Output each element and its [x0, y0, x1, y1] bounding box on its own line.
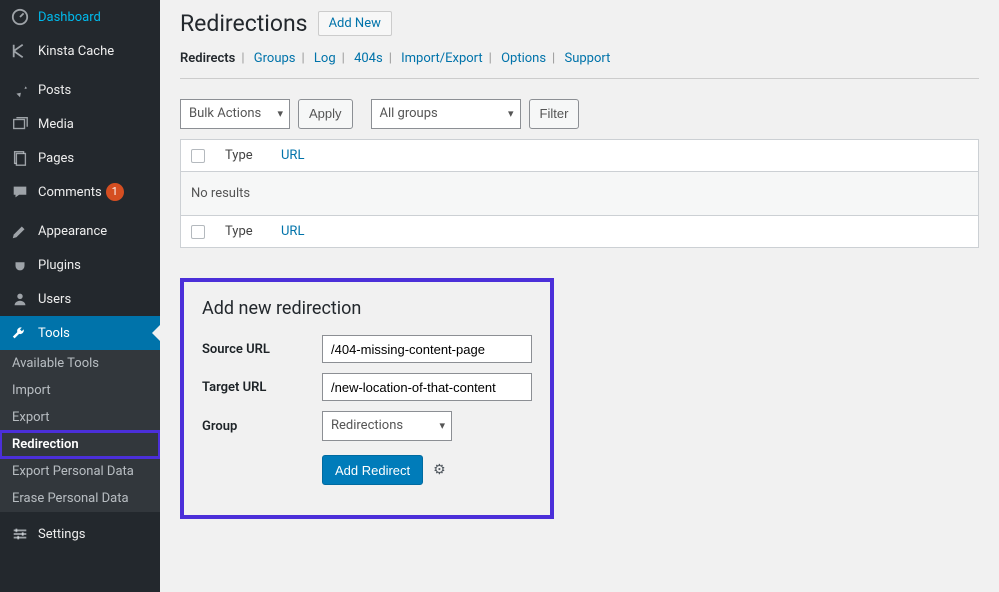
sub-item-import[interactable]: Import [0, 377, 160, 404]
sub-item-export-personal-data[interactable]: Export Personal Data [0, 458, 160, 485]
sidebar-label: Appearance [38, 224, 107, 239]
sidebar-item-comments[interactable]: Comments 1 [0, 175, 160, 209]
sidebar-label: Settings [38, 527, 85, 542]
sub-item-export[interactable]: Export [0, 404, 160, 431]
sidebar-item-kinsta-cache[interactable]: Kinsta Cache [0, 34, 160, 68]
gear-icon[interactable]: ⚙ [433, 462, 446, 478]
tab-options[interactable]: Options [501, 51, 546, 66]
add-redirect-button[interactable]: Add Redirect [322, 455, 423, 485]
label-source-url: Source URL [202, 342, 322, 357]
col-type-footer: Type [215, 216, 271, 248]
sidebar-item-tools[interactable]: Tools [0, 316, 160, 350]
sidebar-label: Tools [38, 326, 70, 341]
sidebar-item-pages[interactable]: Pages [0, 141, 160, 175]
sidebar-label: Comments [38, 185, 102, 200]
page-title: Redirections [180, 10, 308, 37]
col-url[interactable]: URL [281, 148, 304, 163]
appearance-icon [10, 221, 30, 241]
admin-sidebar: Dashboard Kinsta Cache Posts Media Pages… [0, 0, 160, 592]
kinsta-icon [10, 41, 30, 61]
redirects-table: Type URL No results Type URL [180, 139, 979, 248]
source-url-input[interactable] [322, 335, 532, 363]
tab-support[interactable]: Support [564, 51, 610, 66]
media-icon [10, 114, 30, 134]
sidebar-item-dashboard[interactable]: Dashboard [0, 0, 160, 34]
sidebar-label: Posts [38, 83, 71, 98]
pin-icon [10, 80, 30, 100]
dashboard-icon [10, 7, 30, 27]
tab-groups[interactable]: Groups [254, 51, 296, 66]
group-select[interactable]: Redirections [322, 411, 452, 441]
apply-button[interactable]: Apply [298, 99, 353, 129]
tools-submenu: Available Tools Import Export Redirectio… [0, 350, 160, 512]
add-redirection-form: Add new redirection Source URL Target UR… [180, 278, 554, 519]
tab-import-export[interactable]: Import/Export [401, 51, 483, 66]
label-target-url: Target URL [202, 380, 322, 395]
tab-404s[interactable]: 404s [354, 51, 383, 66]
target-url-input[interactable] [322, 373, 532, 401]
sidebar-item-settings[interactable]: Settings [0, 517, 160, 551]
main-content: Redirections Add New Redirects| Groups| … [160, 0, 999, 592]
sidebar-label: Dashboard [38, 10, 101, 25]
tab-redirects[interactable]: Redirects [180, 51, 235, 66]
tab-log[interactable]: Log [314, 51, 336, 66]
sidebar-item-plugins[interactable]: Plugins [0, 248, 160, 282]
add-new-button[interactable]: Add New [318, 11, 392, 36]
sidebar-item-posts[interactable]: Posts [0, 73, 160, 107]
no-results: No results [181, 172, 979, 216]
sidebar-label: Pages [38, 151, 74, 166]
sub-item-available-tools[interactable]: Available Tools [0, 350, 160, 377]
comments-icon [10, 182, 30, 202]
sidebar-label: Users [38, 292, 71, 307]
select-all-checkbox[interactable] [191, 149, 205, 163]
sidebar-item-users[interactable]: Users [0, 282, 160, 316]
sidebar-item-appearance[interactable]: Appearance [0, 214, 160, 248]
sidebar-label: Plugins [38, 258, 81, 273]
sidebar-label: Media [38, 117, 74, 132]
sub-item-erase-personal-data[interactable]: Erase Personal Data [0, 485, 160, 512]
form-heading: Add new redirection [202, 298, 532, 319]
group-filter-select[interactable]: All groups [371, 99, 521, 129]
col-url-footer[interactable]: URL [281, 224, 304, 239]
sidebar-label: Kinsta Cache [38, 44, 114, 59]
sidebar-item-media[interactable]: Media [0, 107, 160, 141]
comments-badge: 1 [106, 183, 124, 201]
settings-icon [10, 524, 30, 544]
sub-item-redirection[interactable]: Redirection [0, 431, 160, 458]
pages-icon [10, 148, 30, 168]
filter-button[interactable]: Filter [529, 99, 580, 129]
tools-icon [10, 323, 30, 343]
plugins-icon [10, 255, 30, 275]
col-type: Type [215, 140, 271, 172]
users-icon [10, 289, 30, 309]
sub-tabs: Redirects| Groups| Log| 404s| Import/Exp… [180, 51, 979, 79]
bulk-actions-select[interactable]: Bulk Actions [180, 99, 290, 129]
label-group: Group [202, 419, 322, 434]
select-all-checkbox-bottom[interactable] [191, 225, 205, 239]
